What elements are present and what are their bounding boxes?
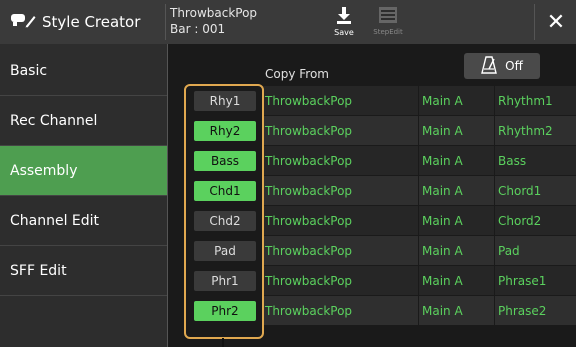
save-button[interactable]: Save xyxy=(323,6,365,40)
style-creator-icon xyxy=(10,11,36,33)
source-style-cell[interactable]: ThrowbackPop xyxy=(262,176,418,205)
sidebar-item-channel-edit[interactable]: Channel Edit xyxy=(0,196,167,246)
close-icon: ✕ xyxy=(546,9,566,35)
step-edit-label: StepEdit xyxy=(373,28,403,36)
app-title-text: Style Creator xyxy=(42,13,141,31)
source-style-cell[interactable]: ThrowbackPop xyxy=(262,296,418,325)
sidebar-item-label: SFF Edit xyxy=(10,262,67,279)
source-channel-cell[interactable]: Chord1 xyxy=(495,176,576,205)
assembly-row: ThrowbackPop Main A Phrase2 xyxy=(262,296,576,325)
save-label: Save xyxy=(334,28,354,37)
sidebar-item-assembly[interactable]: Assembly xyxy=(0,146,167,196)
step-edit-button[interactable]: StepEdit xyxy=(366,6,410,40)
source-section-cell[interactable]: Main A xyxy=(419,266,494,295)
assembly-row: ThrowbackPop Main A Chord1 xyxy=(262,176,576,205)
source-style-cell[interactable]: ThrowbackPop xyxy=(262,266,418,295)
close-divider xyxy=(534,4,535,40)
assembly-row: ThrowbackPop Main A Pad xyxy=(262,236,576,265)
assembly-row: ThrowbackPop Main A Rhythm2 xyxy=(262,116,576,145)
app-title: Style Creator xyxy=(0,0,165,44)
sidebar-item-label: Assembly xyxy=(10,162,78,179)
screen: Style Creator ThrowbackPop Bar : 001 Sav… xyxy=(0,0,576,347)
source-section-cell[interactable]: Main A xyxy=(419,146,494,175)
source-style-cell[interactable]: ThrowbackPop xyxy=(262,206,418,235)
sidebar-item-sff-edit[interactable]: SFF Edit xyxy=(0,246,167,296)
sidebar-item-label: Basic xyxy=(10,62,48,79)
style-name: ThrowbackPop xyxy=(170,6,258,20)
copy-from-heading: Copy From xyxy=(265,67,329,81)
header-divider xyxy=(165,4,166,40)
source-section-cell[interactable]: Main A xyxy=(419,116,494,145)
source-section-cell[interactable]: Main A xyxy=(419,86,494,115)
close-button[interactable]: ✕ xyxy=(540,6,572,38)
source-section-cell[interactable]: Main A xyxy=(419,296,494,325)
song-info: ThrowbackPop Bar : 001 xyxy=(170,5,257,37)
metronome-label: Off xyxy=(505,59,523,73)
source-style-cell[interactable]: ThrowbackPop xyxy=(262,236,418,265)
callout-line xyxy=(222,338,224,347)
source-style-cell[interactable]: ThrowbackPop xyxy=(262,116,418,145)
source-channel-cell[interactable]: Rhythm1 xyxy=(495,86,576,115)
source-channel-cell[interactable]: Phrase1 xyxy=(495,266,576,295)
bar-position: Bar : 001 xyxy=(170,22,226,36)
source-channel-cell[interactable]: Bass xyxy=(495,146,576,175)
sidebar-item-label: Rec Channel xyxy=(10,112,98,129)
assembly-row: ThrowbackPop Main A Rhythm1 xyxy=(262,86,576,115)
title-bar: Style Creator ThrowbackPop Bar : 001 Sav… xyxy=(0,0,576,44)
metronome-icon xyxy=(481,55,498,77)
source-section-cell[interactable]: Main A xyxy=(419,236,494,265)
assembly-row: ThrowbackPop Main A Chord2 xyxy=(262,206,576,235)
sidebar-item-basic[interactable]: Basic xyxy=(0,46,167,96)
sidebar: Basic Rec Channel Assembly Channel Edit … xyxy=(0,44,167,347)
source-channel-cell[interactable]: Rhythm2 xyxy=(495,116,576,145)
source-channel-cell[interactable]: Pad xyxy=(495,236,576,265)
source-style-cell[interactable]: ThrowbackPop xyxy=(262,146,418,175)
sidebar-item-label: Channel Edit xyxy=(10,212,100,229)
source-channel-cell[interactable]: Phrase2 xyxy=(495,296,576,325)
save-icon xyxy=(336,7,352,28)
step-edit-icon xyxy=(378,7,398,28)
source-section-cell[interactable]: Main A xyxy=(419,206,494,235)
assembly-row: ThrowbackPop Main A Phrase1 xyxy=(262,266,576,295)
channel-column-highlight xyxy=(184,84,264,339)
source-channel-cell[interactable]: Chord2 xyxy=(495,206,576,235)
metronome-button[interactable]: Off xyxy=(464,53,540,79)
source-style-cell[interactable]: ThrowbackPop xyxy=(262,86,418,115)
assembly-row: ThrowbackPop Main A Bass xyxy=(262,146,576,175)
sidebar-item-rec-channel[interactable]: Rec Channel xyxy=(0,96,167,146)
source-section-cell[interactable]: Main A xyxy=(419,176,494,205)
